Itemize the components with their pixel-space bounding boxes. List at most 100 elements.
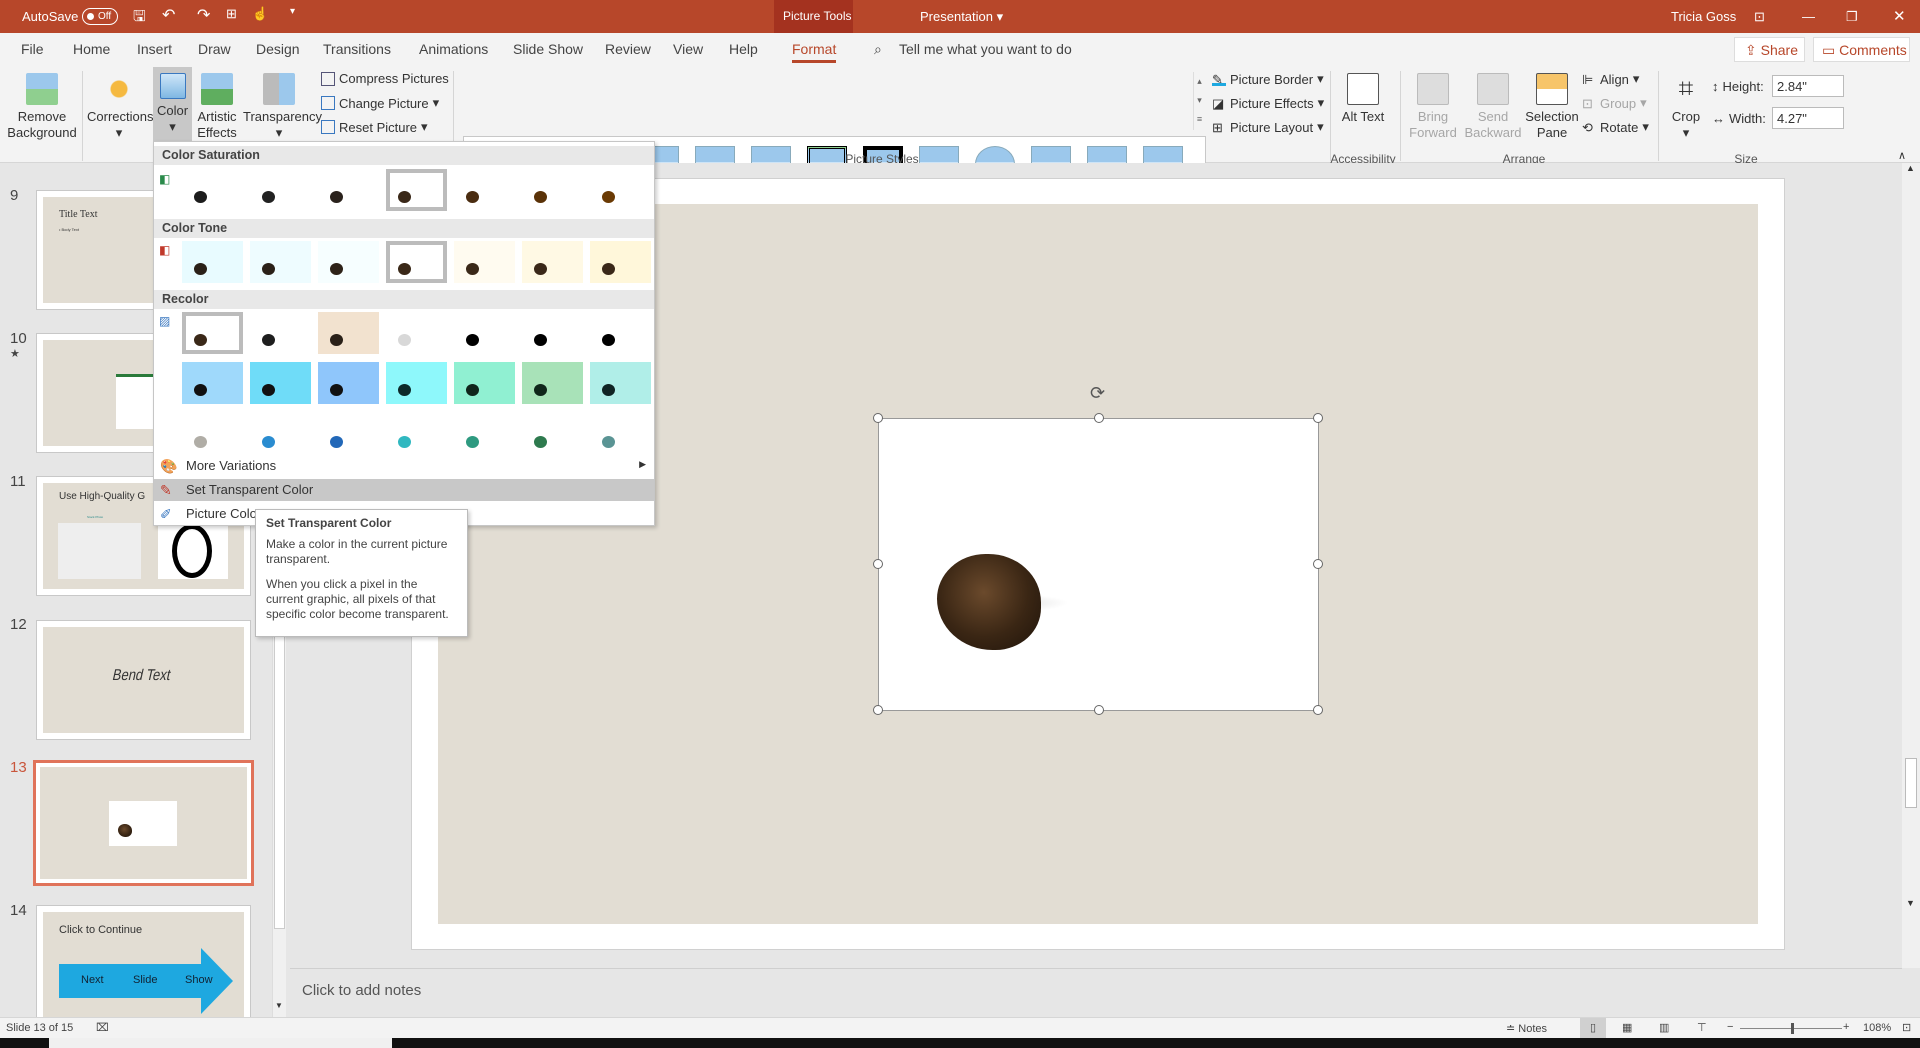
resize-handle[interactable] bbox=[1094, 705, 1104, 715]
color-swatch[interactable] bbox=[522, 362, 583, 404]
autosave-toggle[interactable]: Off bbox=[82, 8, 118, 25]
color-swatch[interactable] bbox=[318, 241, 379, 283]
color-swatch[interactable] bbox=[522, 241, 583, 283]
slide-thumbnail-12[interactable]: Bend Text bbox=[36, 620, 251, 740]
color-swatch[interactable] bbox=[454, 414, 515, 456]
resize-handle[interactable] bbox=[1094, 413, 1104, 423]
tab-view[interactable]: View bbox=[673, 41, 703, 57]
share-button[interactable]: ⇪ Share bbox=[1734, 37, 1805, 62]
width-input[interactable]: 4.27" bbox=[1772, 107, 1844, 129]
color-swatch[interactable] bbox=[318, 312, 379, 354]
tell-me-input[interactable]: Tell me what you want to do bbox=[899, 41, 1072, 57]
align-button[interactable]: ⊫ Align ▾ bbox=[1582, 71, 1639, 87]
tab-design[interactable]: Design bbox=[256, 41, 300, 57]
tab-animations[interactable]: Animations bbox=[419, 41, 488, 57]
color-swatch[interactable] bbox=[454, 169, 515, 211]
resize-handle[interactable] bbox=[1313, 413, 1323, 423]
slide-thumbnail-13[interactable] bbox=[33, 760, 254, 886]
picture-layout-button[interactable]: ⊞ Picture Layout ▾ bbox=[1212, 119, 1324, 135]
color-swatch[interactable] bbox=[250, 362, 311, 404]
color-swatch[interactable] bbox=[590, 169, 651, 211]
comments-button[interactable]: ▭ Comments bbox=[1813, 37, 1910, 62]
reset-picture-button[interactable]: Reset Picture ▾ bbox=[321, 119, 428, 135]
color-swatch[interactable] bbox=[250, 414, 311, 456]
color-swatch[interactable] bbox=[454, 241, 515, 283]
color-swatch[interactable] bbox=[182, 241, 243, 283]
picture-border-button[interactable]: ✎ Picture Border ▾ bbox=[1212, 71, 1324, 87]
selection-pane-button[interactable]: Selection Pane bbox=[1525, 73, 1579, 141]
color-swatch[interactable] bbox=[318, 169, 379, 211]
tab-review[interactable]: Review bbox=[605, 41, 651, 57]
resize-handle[interactable] bbox=[1313, 559, 1323, 569]
slide-thumbnail-14[interactable]: Click to Continue Next Slide Show bbox=[36, 905, 251, 1017]
resize-handle[interactable] bbox=[1313, 705, 1323, 715]
remove-background-button[interactable]: Remove Background bbox=[6, 73, 78, 141]
color-swatch[interactable] bbox=[590, 414, 651, 456]
fit-to-window-icon[interactable]: ⊡ bbox=[1902, 1021, 1911, 1034]
zoom-out-icon[interactable]: − bbox=[1727, 1021, 1733, 1033]
set-transparent-color-item[interactable]: ✎ Set Transparent Color bbox=[154, 479, 654, 501]
color-swatch[interactable] bbox=[318, 414, 379, 456]
slide-sorter-icon[interactable]: ▦ bbox=[1622, 1021, 1632, 1034]
rotate-button[interactable]: ⟲ Rotate ▾ bbox=[1582, 119, 1649, 135]
color-swatch[interactable] bbox=[182, 169, 243, 211]
document-title[interactable]: Presentation ▾ bbox=[920, 9, 1003, 25]
color-swatch[interactable] bbox=[250, 312, 311, 354]
tab-file[interactable]: File bbox=[21, 41, 44, 57]
color-swatch[interactable] bbox=[454, 362, 515, 404]
color-swatch[interactable] bbox=[182, 362, 243, 404]
corrections-button[interactable]: Corrections ▾ bbox=[87, 73, 153, 141]
color-swatch[interactable] bbox=[250, 169, 311, 211]
reading-view-icon[interactable]: ▥ bbox=[1659, 1021, 1669, 1034]
tab-home[interactable]: Home bbox=[73, 41, 110, 57]
resize-handle[interactable] bbox=[873, 413, 883, 423]
color-swatch[interactable] bbox=[590, 241, 651, 283]
ribbon-display-icon[interactable]: ⊡ bbox=[1754, 9, 1765, 25]
save-icon[interactable]: 🖫 bbox=[133, 6, 146, 31]
tab-draw[interactable]: Draw bbox=[198, 41, 231, 57]
tab-slide-show[interactable]: Slide Show bbox=[513, 41, 583, 57]
picture-effects-button[interactable]: ◪ Picture Effects ▾ bbox=[1212, 95, 1324, 111]
color-swatch[interactable] bbox=[522, 414, 583, 456]
customize-icon[interactable]: ▾ bbox=[290, 6, 295, 17]
user-name[interactable]: Tricia Goss bbox=[1671, 9, 1736, 24]
color-swatch[interactable] bbox=[386, 414, 447, 456]
bring-forward-button[interactable]: Bring Forward bbox=[1405, 73, 1461, 141]
crop-button[interactable]: ⌗ Crop ▾ bbox=[1666, 73, 1706, 141]
height-input[interactable]: 2.84" bbox=[1772, 75, 1844, 97]
normal-view-icon[interactable]: ▯ bbox=[1580, 1018, 1606, 1038]
tab-transitions[interactable]: Transitions bbox=[323, 41, 391, 57]
rotate-handle-icon[interactable]: ⟳ bbox=[1090, 383, 1105, 404]
color-swatch[interactable] bbox=[590, 362, 651, 404]
collapse-ribbon-icon[interactable]: ∧ bbox=[1898, 149, 1906, 162]
color-button[interactable]: Color ▾ bbox=[153, 67, 192, 141]
color-swatch[interactable] bbox=[182, 414, 243, 456]
zoom-level[interactable]: 108% bbox=[1863, 1022, 1891, 1034]
minimize-icon[interactable]: — bbox=[1802, 9, 1815, 24]
scroll-down-icon[interactable]: ▼ bbox=[275, 1001, 283, 1010]
color-swatch[interactable] bbox=[318, 362, 379, 404]
tab-format[interactable]: Format bbox=[792, 41, 837, 63]
restore-icon[interactable]: ❐ bbox=[1846, 9, 1858, 25]
notes-button[interactable]: ≐ Notes bbox=[1506, 1022, 1547, 1035]
present-icon[interactable]: ⊞ bbox=[226, 6, 237, 22]
color-swatch[interactable] bbox=[386, 241, 447, 283]
zoom-slider[interactable] bbox=[1740, 1023, 1842, 1034]
tab-help[interactable]: Help bbox=[729, 41, 758, 57]
spell-check-icon[interactable]: ⌧ bbox=[96, 1021, 109, 1034]
transparency-button[interactable]: Transparency ▾ bbox=[243, 73, 322, 141]
redo-icon[interactable]: ↷ bbox=[197, 5, 210, 25]
editor-scrollbar[interactable]: ▲ ▼ bbox=[1902, 163, 1920, 968]
more-variations-item[interactable]: 🎨 More Variations ▶ bbox=[154, 455, 654, 477]
color-swatch[interactable] bbox=[182, 312, 243, 354]
change-picture-button[interactable]: Change Picture ▾ bbox=[321, 95, 439, 111]
zoom-slider-thumb[interactable] bbox=[1791, 1023, 1795, 1034]
compress-pictures-button[interactable]: Compress Pictures bbox=[321, 71, 449, 86]
color-swatch[interactable] bbox=[386, 312, 447, 354]
group-button[interactable]: ⊡ Group ▾ bbox=[1582, 95, 1647, 111]
color-swatch[interactable] bbox=[522, 312, 583, 354]
color-swatch[interactable] bbox=[522, 169, 583, 211]
color-swatch[interactable] bbox=[386, 169, 447, 211]
resize-handle[interactable] bbox=[873, 705, 883, 715]
color-swatch[interactable] bbox=[250, 241, 311, 283]
